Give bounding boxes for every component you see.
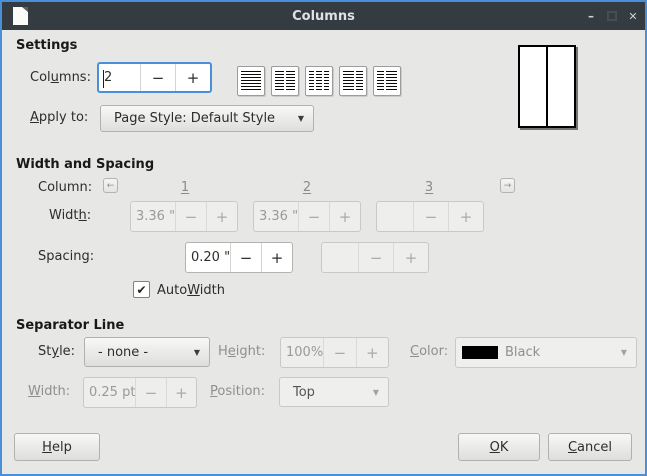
increment-button: + [166, 378, 196, 407]
separator-line-heading: Separator Line [16, 318, 124, 333]
style-value: - none - [98, 345, 148, 360]
decrement-button: − [298, 202, 329, 231]
maximize-icon[interactable] [607, 11, 617, 21]
column-stripe [275, 71, 284, 91]
spacing-1-spinner[interactable]: 0.20 " − + [185, 242, 293, 273]
chevron-down-icon: ▼ [365, 388, 379, 397]
preset-right-wide-button[interactable] [373, 66, 401, 96]
style-label: Style: [38, 344, 75, 359]
width-spacing-heading: Width and Spacing [16, 157, 154, 172]
settings-heading: Settings [16, 38, 77, 53]
autowidth-checkbox[interactable]: ✔ [133, 281, 150, 298]
apply-to-dropdown[interactable]: Page Style: Default Style ▼ [100, 105, 314, 132]
position-label: Position: [210, 384, 265, 399]
column-divider [546, 47, 548, 126]
column-stripe [343, 71, 354, 91]
column-next-button[interactable]: → [500, 178, 515, 193]
column-stripe [316, 71, 321, 91]
separator-width-value: 0.25 pt [84, 378, 135, 407]
columns-dialog: Columns – ✕ Settings Columns: 2 − + Appl… [0, 0, 647, 476]
column-stripe [356, 71, 363, 91]
text-caret [103, 70, 104, 88]
column-stripe [309, 71, 314, 91]
style-dropdown[interactable]: - none - ▼ [84, 337, 210, 367]
cancel-button[interactable]: Cancel [548, 433, 632, 461]
left-arrow-icon: ← [107, 181, 115, 191]
spacing-1-value[interactable]: 0.20 " [186, 243, 230, 272]
columns-decrement-button[interactable]: − [140, 64, 175, 91]
color-value: Black [505, 345, 540, 360]
column-previous-button[interactable]: ← [103, 178, 118, 193]
column-stripe [241, 71, 261, 91]
page-preview [518, 45, 576, 128]
dialog-title: Columns [2, 2, 645, 30]
titlebar: Columns – ✕ [2, 2, 645, 30]
spacing-increment-button[interactable]: + [261, 243, 292, 272]
decrement-button: − [358, 243, 393, 272]
increment-button: + [206, 202, 237, 231]
width-column2-spinner: 3.36 " − + [253, 201, 361, 232]
close-icon[interactable]: ✕ [624, 2, 642, 30]
column-label: Column: [38, 180, 92, 195]
increment-button: + [393, 243, 428, 272]
height-spinner: 100% − + [280, 337, 389, 368]
width-column2-value: 3.36 " [254, 202, 298, 231]
column-stripe [386, 71, 397, 91]
height-label: Height: [218, 344, 265, 359]
spacing-2-value [322, 243, 358, 272]
position-dropdown: Top ▼ [279, 377, 389, 407]
increment-button: + [329, 202, 360, 231]
width-column1-value: 3.36 " [131, 202, 175, 231]
width-label: Width: [49, 208, 91, 223]
decrement-button: − [323, 338, 355, 367]
decrement-button: − [413, 202, 448, 231]
columns-spinner[interactable]: 2 − + [97, 62, 212, 93]
chevron-down-icon: ▼ [290, 114, 304, 123]
color-label: Color: [410, 344, 448, 359]
columns-increment-button[interactable]: + [175, 64, 210, 91]
width-column3-value [377, 202, 413, 231]
position-value: Top [293, 385, 315, 400]
column-stripe [324, 71, 329, 91]
increment-button: + [448, 202, 483, 231]
chevron-down-icon: ▼ [186, 348, 200, 357]
dialog-content: Settings Columns: 2 − + Apply to: Page S… [2, 30, 645, 474]
column-number-1: 1 [173, 180, 197, 195]
separator-width-spinner: 0.25 pt − + [83, 377, 197, 408]
height-value: 100% [281, 338, 323, 367]
column-stripe [286, 71, 295, 91]
decrement-button: − [175, 202, 206, 231]
column-stripe [377, 71, 384, 91]
preset-two-columns-button[interactable] [271, 66, 299, 96]
spacing-label: Spacing: [38, 249, 94, 264]
check-icon: ✔ [136, 283, 146, 297]
color-dropdown: Black ▼ [455, 337, 637, 368]
chevron-down-icon: ▼ [613, 348, 627, 357]
preset-one-column-button[interactable] [237, 66, 265, 96]
decrement-button: − [135, 378, 165, 407]
color-swatch [462, 346, 498, 359]
column-number-3: 3 [417, 180, 441, 195]
apply-to-label: Apply to: [30, 110, 88, 125]
minimize-icon[interactable]: – [582, 2, 600, 30]
separator-width-label: Width: [28, 384, 70, 399]
increment-button: + [356, 338, 388, 367]
column-number-2: 2 [295, 180, 319, 195]
preset-three-columns-button[interactable] [305, 66, 333, 96]
width-column1-spinner: 3.36 " − + [130, 201, 238, 232]
spacing-2-spinner: − + [321, 242, 429, 273]
width-column3-spinner: − + [376, 201, 484, 232]
apply-to-value: Page Style: Default Style [114, 111, 275, 126]
autowidth-label: AutoWidth [157, 283, 225, 298]
columns-value[interactable]: 2 [99, 64, 140, 91]
spacing-decrement-button[interactable]: − [230, 243, 261, 272]
ok-button[interactable]: OK [458, 433, 540, 461]
preset-left-wide-button[interactable] [339, 66, 367, 96]
columns-label: Columns: [30, 70, 91, 85]
help-button[interactable]: Help [14, 433, 100, 461]
right-arrow-icon: → [504, 181, 512, 191]
